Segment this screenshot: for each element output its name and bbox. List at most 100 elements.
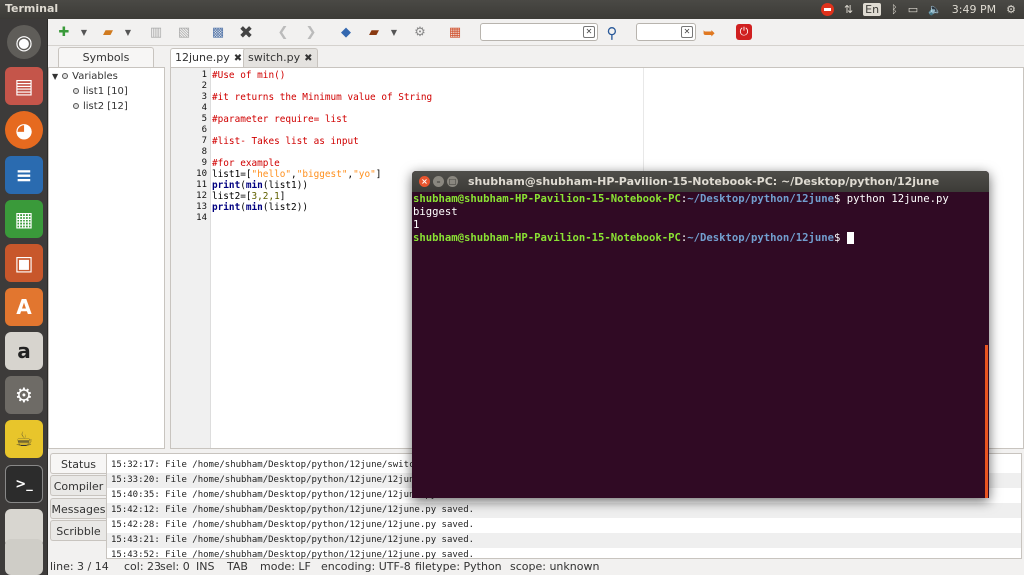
line-ending-mode: mode: LF [260, 560, 311, 573]
close-tab-icon[interactable]: ✖ [234, 53, 242, 64]
close-tab-icon[interactable]: ✖ [304, 53, 312, 64]
list-item[interactable]: 15:43:21: File /home/shubham/Desktop/pyt… [107, 533, 1021, 548]
tab-symbols[interactable]: Symbols [58, 47, 154, 67]
toolbar: ✚ ▼ ▰ ▼ ▥ ▧ ▩ ✖ ❮ ❯ ◆ ▰ ▼ ⚙ ▦ ✕ ⚲ ✕ ➥ ⏻ [48, 19, 1024, 46]
writer-icon[interactable]: ≡ [5, 156, 43, 194]
code-line-3: #it returns the Minimum value of String [212, 92, 433, 103]
back-icon[interactable]: ❮ [273, 23, 293, 42]
goto-line-input[interactable]: ✕ [636, 23, 696, 41]
new-dropdown-icon[interactable]: ▼ [74, 23, 94, 42]
system-tray: ⇅ En ᛒ ▭ 🔈 3:49 PM ⚙ [820, 1, 1016, 18]
expander-icon[interactable]: ▼ [52, 72, 58, 81]
save-all-icon[interactable]: ▧ [174, 23, 194, 42]
network-icon[interactable]: ⇅ [844, 3, 853, 16]
tab-switch-py[interactable]: switch.py ✖ [243, 48, 318, 67]
build-icon[interactable]: ▰ [364, 23, 384, 42]
geany-icon[interactable]: ☕ [5, 420, 43, 458]
calc-icon[interactable]: ▦ [5, 200, 43, 238]
clock[interactable]: 3:49 PM [952, 3, 996, 16]
encoding: encoding: UTF-8 [321, 560, 411, 573]
amazon-icon[interactable]: a [5, 332, 43, 370]
open-dropdown-icon[interactable]: ▼ [118, 23, 138, 42]
files-icon[interactable]: ▤ [5, 67, 43, 105]
record-icon[interactable] [820, 3, 834, 16]
terminal-line-1: shubham@shubham-HP-Pavilion-15-Notebook-… [413, 193, 949, 205]
tab-messages[interactable]: Messages [50, 498, 106, 519]
filetype: filetype: Python [415, 560, 502, 573]
code-line-7: #list- Takes list as input [212, 136, 359, 147]
unity-launcher: ◉ ▤ ◕ ≡ ▦ ▣ A a ⚙ ☕ >_ [0, 19, 48, 575]
status-bar: line: 3 / 14 col: 23 sel: 0 INS TAB mode… [48, 559, 1024, 575]
code-line-9: #for example [212, 158, 280, 169]
keyboard-layout-indicator[interactable]: En [863, 3, 882, 16]
variable-icon [62, 73, 69, 79]
terminal-line-prompt[interactable]: shubham@shubham-HP-Pavilion-15-Notebook-… [413, 232, 854, 245]
save-icon[interactable]: ▥ [146, 23, 166, 42]
code-line-5: #parameter require= list [212, 114, 348, 125]
terminal-output-1: biggest [413, 206, 458, 218]
software-center-icon[interactable]: A [5, 288, 43, 326]
terminal-icon[interactable]: >_ [5, 465, 43, 503]
minimize-icon[interactable]: – [433, 176, 444, 187]
tree-item-list1[interactable]: list1 [10] [73, 84, 128, 98]
cursor-line: line: 3 / 14 [50, 560, 109, 573]
firefox-icon[interactable]: ◕ [5, 111, 43, 149]
text-cursor [846, 232, 854, 244]
top-panel: Terminal ⇅ En ᛒ ▭ 🔈 3:49 PM ⚙ [0, 0, 1024, 19]
active-app-title: Terminal [5, 2, 59, 15]
tab-scribble[interactable]: Scribble [50, 520, 106, 541]
tree-item-list2[interactable]: list2 [12] [73, 99, 128, 113]
indent-mode: TAB [227, 560, 248, 573]
list-item[interactable]: 15:42:28: File /home/shubham/Desktop/pyt… [107, 518, 1021, 533]
trash-icon[interactable] [5, 539, 43, 575]
variable-icon [73, 88, 79, 94]
jump-to-line-icon[interactable]: ➥ [699, 23, 719, 42]
new-file-icon[interactable]: ✚ [54, 23, 74, 42]
tree-node-variables[interactable]: ▼ Variables [52, 69, 118, 83]
close-icon[interactable]: × [419, 176, 430, 187]
symbols-tree: ▼ Variables list1 [10] list2 [12] [48, 67, 165, 449]
maximize-icon[interactable]: □ [447, 176, 458, 187]
volume-icon[interactable]: 🔈 [928, 3, 942, 16]
clear-goto-icon[interactable]: ✕ [681, 26, 693, 38]
close-file-icon[interactable]: ✖ [236, 23, 256, 43]
forward-icon[interactable]: ❯ [301, 23, 321, 42]
battery-icon[interactable]: ▭ [908, 3, 918, 16]
terminal-window[interactable]: × – □ shubham@shubham-HP-Pavilion-15-Not… [412, 171, 989, 498]
variable-icon [73, 103, 79, 109]
quit-icon[interactable]: ⏻ [736, 24, 752, 40]
selection-count: sel: 0 [160, 560, 190, 573]
document-tabs: 12june.py ✖ switch.py ✖ [170, 47, 1024, 67]
line-number-gutter: 1 2 3 4 5 6 7 8 9 10 11 12 13 14 [171, 68, 211, 448]
compile-icon[interactable]: ◆ [336, 23, 356, 42]
revert-icon[interactable]: ▩ [208, 23, 228, 42]
resize-highlight [985, 345, 988, 498]
sidebar: Symbols ▼ Variables list1 [10] list2 [12… [48, 47, 166, 449]
terminal-title: shubham@shubham-HP-Pavilion-15-Notebook-… [468, 175, 940, 188]
code-line-13: print(min(list2)) [212, 202, 308, 213]
cursor-col: col: 23 [124, 560, 162, 573]
tab-status[interactable]: Status [50, 453, 106, 474]
system-settings-icon[interactable]: ⚙ [5, 376, 43, 414]
terminal-titlebar[interactable]: × – □ shubham@shubham-HP-Pavilion-15-Not… [412, 171, 989, 192]
clear-search-icon[interactable]: ✕ [583, 26, 595, 38]
search-input[interactable]: ✕ [480, 23, 598, 41]
build-dropdown-icon[interactable]: ▼ [384, 23, 404, 42]
power-gear-icon[interactable]: ⚙ [1006, 3, 1016, 16]
terminal-output-2: 1 [413, 219, 420, 231]
insert-mode: INS [196, 560, 215, 573]
code-line-11: print(min(list1)) [212, 180, 308, 191]
search-icon[interactable]: ⚲ [602, 23, 622, 42]
tab-12june-py[interactable]: 12june.py ✖ [170, 48, 248, 67]
list-item[interactable]: 15:42:12: File /home/shubham/Desktop/pyt… [107, 503, 1021, 518]
open-file-icon[interactable]: ▰ [98, 23, 118, 42]
execute-gears-icon[interactable]: ⚙ [410, 23, 430, 42]
tab-compiler[interactable]: Compiler [50, 475, 106, 496]
code-line-12: list2=[3,2,1] [212, 191, 286, 202]
ubuntu-logo-icon[interactable]: ◉ [7, 25, 41, 59]
scope: scope: unknown [510, 560, 600, 573]
list-item[interactable]: 15:43:52: File /home/shubham/Desktop/pyt… [107, 548, 1021, 560]
bluetooth-icon[interactable]: ᛒ [891, 3, 898, 16]
impress-icon[interactable]: ▣ [5, 244, 43, 282]
color-chooser-icon[interactable]: ▦ [445, 23, 465, 42]
